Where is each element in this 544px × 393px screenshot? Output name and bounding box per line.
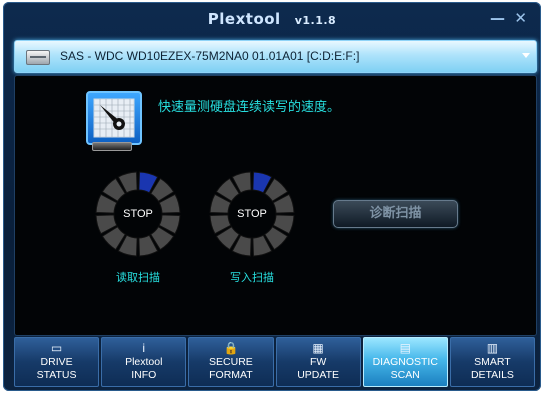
tab-label: SECURE FORMAT (209, 356, 253, 381)
minimize-button[interactable]: — (490, 11, 505, 26)
drive-dropdown[interactable]: SAS - WDC WD10EZEX-75M2NA0 01.01A01 [C:D… (14, 40, 537, 73)
tab-diagnostic-scan[interactable]: ▤ DIAGNOSTIC SCAN (362, 337, 448, 387)
tab-label: FW UPDATE (297, 356, 339, 381)
app-window: Plextool v1.1.8 — ✕ SAS - WDC WD10EZEX-75… (3, 2, 541, 391)
diagnostic-icon: ▤ (399, 341, 411, 355)
tab-fw-update[interactable]: ▦ FW UPDATE (275, 337, 361, 387)
monitor-icon: ▭ (50, 341, 63, 355)
lock-icon: 🔒 (223, 341, 239, 355)
write-scan-label: 写入扫描 (230, 271, 274, 284)
info-icon: i (142, 341, 146, 355)
gauge-stand (92, 142, 132, 151)
panel-description: 快速量测硬盘连续读写的速度。 (158, 100, 341, 115)
tab-label: DIAGNOSTIC SCAN (372, 356, 438, 381)
speed-gauge-icon (86, 91, 142, 145)
app-name: Plextool (207, 10, 281, 28)
tab-plextool-info[interactable]: i Plextool INFO (101, 337, 187, 387)
chip-icon: ▦ (312, 341, 324, 355)
chevron-down-icon[interactable] (522, 53, 530, 58)
write-scan-dial: STOP (209, 171, 295, 257)
drive-selected-value: SAS - WDC WD10EZEX-75M2NA0 01.01A01 [C:D… (60, 49, 360, 63)
window-title: Plextool v1.1.8 (3, 10, 541, 28)
read-scan-status: STOP (123, 208, 153, 220)
document-icon: ▥ (486, 341, 499, 355)
tab-label: DRIVE STATUS (36, 356, 77, 381)
close-button[interactable]: ✕ (514, 11, 527, 26)
hard-drive-icon (26, 50, 50, 65)
diagnostic-panel: 快速量测硬盘连续读写的速度。 STOP STOP 读取扫描 写入扫描 诊断扫描 (14, 75, 537, 336)
read-scan-dial: STOP (95, 171, 181, 257)
write-scan-status: STOP (237, 208, 267, 220)
read-scan-label: 读取扫描 (116, 271, 160, 284)
tab-drive-status[interactable]: ▭ DRIVE STATUS (14, 337, 100, 387)
tab-secure-format[interactable]: 🔒 SECURE FORMAT (188, 337, 274, 387)
app-version: v1.1.8 (294, 14, 337, 27)
tab-label: SMART DETAILS (470, 356, 514, 381)
diagnostic-scan-button[interactable]: 诊断扫描 (333, 200, 458, 228)
bottom-tab-bar: ▭ DRIVE STATUS i Plextool INFO 🔒 SECURE FORMA… (14, 337, 536, 387)
tab-smart-details[interactable]: ▥ SMART DETAILS (449, 337, 536, 387)
tab-label: Plextool INFO (125, 356, 163, 381)
